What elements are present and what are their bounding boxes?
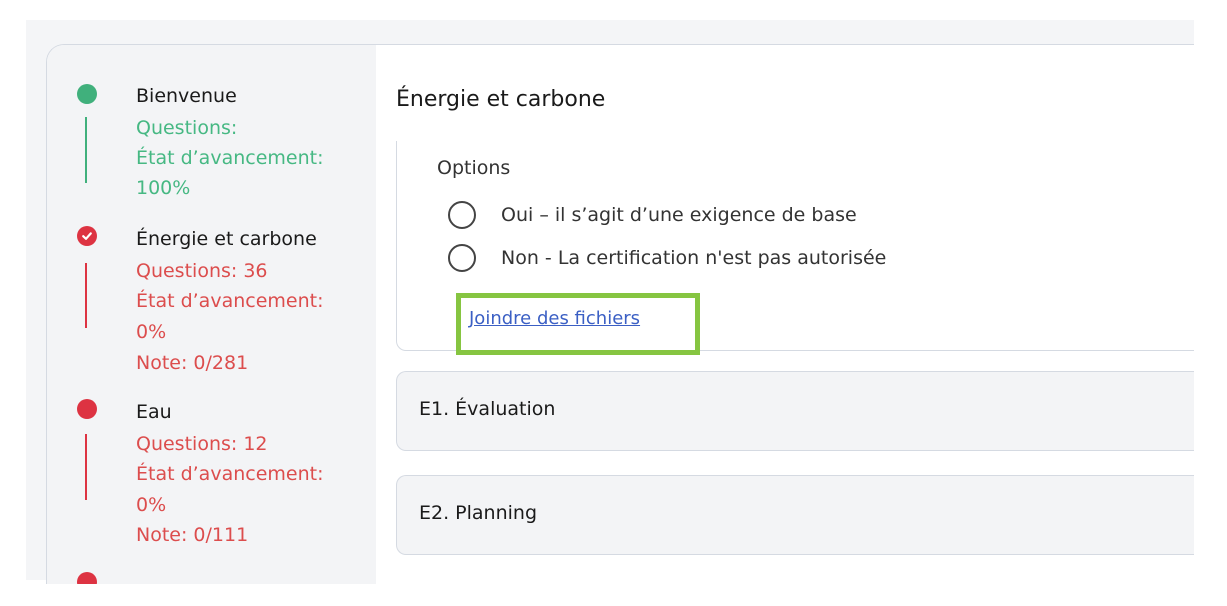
option-oui[interactable]: Oui – il s’agit d’une exigence de base bbox=[448, 200, 857, 230]
step-progress-value: 0% bbox=[136, 494, 167, 516]
accordion-e2-planning[interactable]: E2. Planning bbox=[396, 475, 1194, 555]
progress-sidebar: Bienvenue Questions: État d’avancement: … bbox=[47, 45, 376, 584]
step-questions: Questions: 12 bbox=[136, 433, 268, 455]
step-progress-label: État d’avancement: bbox=[136, 463, 324, 485]
options-label: Options bbox=[437, 157, 511, 179]
status-dot-icon bbox=[77, 572, 97, 584]
step-score: Note: 0/281 bbox=[136, 352, 249, 374]
radio-button[interactable] bbox=[448, 201, 476, 229]
step-score: Note: 0/111 bbox=[136, 524, 249, 546]
accordion-title: E1. Évaluation bbox=[419, 398, 556, 420]
option-label: Non - La certification n'est pas autoris… bbox=[501, 247, 887, 269]
main-content: Énergie et carbone Options Oui – il s’ag… bbox=[376, 45, 1194, 584]
accordion-e1-evaluation[interactable]: E1. Évaluation bbox=[396, 371, 1194, 451]
status-dot-icon bbox=[77, 84, 97, 104]
attach-files-link[interactable]: Joindre des fichiers bbox=[469, 308, 640, 329]
questionnaire-card: Bienvenue Questions: État d’avancement: … bbox=[46, 44, 1194, 584]
status-dot-icon bbox=[77, 399, 97, 419]
section-title: Énergie et carbone bbox=[396, 87, 606, 112]
step-questions: Questions: 36 bbox=[136, 260, 268, 282]
accordion-title: E2. Planning bbox=[419, 502, 538, 524]
option-non[interactable]: Non - La certification n'est pas autoris… bbox=[448, 243, 886, 273]
step-title: Eau bbox=[136, 401, 172, 423]
progress-line bbox=[85, 434, 87, 500]
step-title: Bienvenue bbox=[136, 85, 237, 107]
step-progress-label: État d’avancement: bbox=[136, 147, 324, 169]
step-progress-label: État d’avancement: bbox=[136, 290, 324, 312]
radio-button[interactable] bbox=[448, 244, 476, 272]
step-questions: Questions: bbox=[136, 117, 238, 139]
progress-line bbox=[85, 117, 87, 183]
check-circle-icon bbox=[77, 226, 97, 246]
option-label: Oui – il s’agit d’une exigence de base bbox=[501, 204, 857, 226]
step-title: Énergie et carbone bbox=[136, 228, 317, 250]
step-progress-value: 0% bbox=[136, 321, 167, 343]
step-progress-value: 100% bbox=[136, 177, 191, 199]
progress-line bbox=[85, 263, 87, 328]
